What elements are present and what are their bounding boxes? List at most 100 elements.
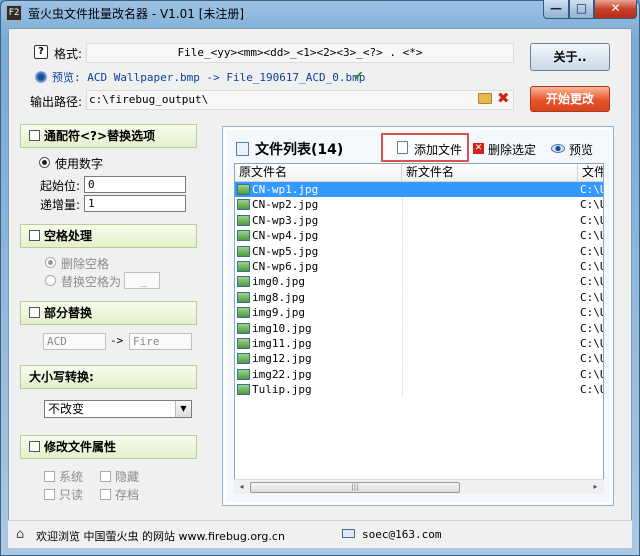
case-select[interactable]: 不改变 ▼ — [44, 400, 192, 418]
table-row[interactable]: img22.jpg C:\U — [235, 366, 604, 382]
spaces-section-header: 空格处理 — [20, 224, 197, 248]
status-welcome[interactable]: 欢迎浏览 中国萤火虫 的网站 www.firebug.org.cn — [36, 528, 285, 544]
attr-archive[interactable]: 存档 — [100, 486, 139, 503]
column-header-path[interactable]: 文件 — [578, 164, 603, 182]
table-row[interactable]: CN-wp2.jpg C:\U — [235, 197, 603, 213]
table-row[interactable]: CN-wp4.jpg C:\U — [235, 228, 604, 244]
attr-system[interactable]: 系统 — [44, 468, 83, 485]
delete-selected-button[interactable]: 删除选定 — [488, 141, 536, 158]
check-icon: ✔ — [353, 69, 364, 84]
table-row[interactable]: Tulip.jpg C:\U — [235, 382, 603, 398]
image-file-icon — [237, 230, 250, 242]
attrs-title: 修改文件属性 — [44, 440, 117, 454]
partial-arrow: -> — [110, 334, 124, 347]
file-list-icon — [236, 142, 249, 156]
table-row[interactable]: CN-wp1.jpg C:\U — [235, 182, 604, 198]
file-table[interactable]: 原文件名 新文件名 文件 CN-wp1.jpg C:\U CN-wp2.jpg C:\… — [234, 163, 604, 493]
file-list-title: 文件列表(14) — [255, 142, 344, 158]
eye-icon — [551, 144, 565, 153]
remove-spaces-radio[interactable] — [45, 257, 56, 268]
replace-spaces-field[interactable]: _ — [124, 272, 160, 289]
table-row[interactable]: img12.jpg C:\U — [235, 351, 603, 367]
image-file-icon — [237, 322, 250, 334]
hidden-checkbox[interactable] — [100, 471, 111, 482]
add-file-button[interactable]: 添加文件 — [414, 141, 462, 158]
image-file-icon — [237, 338, 250, 349]
new-name-cell — [402, 382, 578, 398]
new-name-cell — [402, 228, 578, 244]
app-icon: F2 — [6, 5, 22, 21]
minimize-button[interactable]: — — [543, 0, 569, 19]
table-row[interactable]: CN-wp6.jpg C:\U — [235, 259, 603, 274]
wildcard-checkbox[interactable] — [29, 130, 40, 141]
archive-checkbox[interactable] — [100, 489, 111, 500]
table-row[interactable]: CN-wp5.jpg C:\U — [235, 243, 603, 259]
attr-readonly[interactable]: 只读 — [44, 486, 83, 503]
path-cell: C:\U — [580, 367, 604, 381]
original-name-cell: CN-wp3.jpg — [252, 213, 319, 227]
about-button[interactable]: 关于.. — [530, 43, 610, 71]
format-label: 格式: — [54, 47, 83, 61]
horizontal-scrollbar[interactable]: ◂ ||| ▸ — [234, 479, 604, 494]
start-rename-button[interactable]: 开始更改 — [530, 86, 610, 112]
chevron-down-icon[interactable]: ▼ — [175, 401, 191, 417]
scroll-right-button[interactable]: ▸ — [588, 480, 603, 494]
table-row[interactable]: img10.jpg C:\U — [235, 320, 603, 336]
table-row[interactable]: CN-wp3.jpg C:\U — [235, 212, 603, 228]
clear-path-icon[interactable]: ✖ — [497, 89, 510, 107]
use-numbers-radio[interactable] — [39, 157, 50, 168]
replace-spaces-radio[interactable] — [45, 275, 56, 286]
partial-checkbox[interactable] — [29, 307, 40, 318]
new-name-cell — [402, 197, 578, 213]
remove-spaces-label: 删除空格 — [61, 257, 110, 271]
maximize-button[interactable]: □ — [569, 0, 594, 19]
path-cell: C:\U — [580, 290, 604, 304]
image-file-icon — [237, 353, 250, 365]
image-file-icon — [237, 384, 250, 396]
image-file-icon — [237, 307, 250, 319]
original-name-cell: img12.jpg — [252, 352, 312, 366]
spaces-checkbox[interactable] — [29, 230, 40, 241]
table-row[interactable]: img8.jpg C:\U — [235, 289, 604, 305]
column-header-original[interactable]: 原文件名 — [235, 164, 402, 182]
new-name-cell — [402, 243, 578, 259]
table-row[interactable]: img0.jpg C:\U — [235, 274, 604, 290]
path-cell: C:\U — [580, 337, 604, 350]
start-field[interactable]: 0 — [84, 176, 186, 193]
table-row[interactable]: img9.jpg C:\U — [235, 305, 603, 321]
preview-button[interactable]: 预览 — [569, 141, 593, 158]
scroll-left-button[interactable]: ◂ — [234, 480, 249, 494]
output-path-label: 输出路径: — [30, 95, 83, 109]
column-header-new[interactable]: 新文件名 — [402, 164, 578, 182]
new-name-cell — [402, 182, 578, 197]
status-email[interactable]: soec@163.com — [362, 528, 441, 541]
original-name-cell: CN-wp1.jpg — [252, 183, 319, 196]
new-name-cell — [402, 351, 578, 367]
original-name-cell: CN-wp2.jpg — [252, 198, 319, 212]
mail-icon — [342, 529, 355, 538]
close-button[interactable]: ✕ — [594, 0, 637, 19]
hidden-label: 隐藏 — [115, 470, 140, 484]
output-path-field[interactable]: c:\firebug_output\ — [86, 90, 514, 110]
folder-icon[interactable] — [478, 93, 492, 104]
new-name-cell — [402, 212, 578, 228]
image-file-icon — [237, 261, 250, 272]
readonly-checkbox[interactable] — [44, 489, 55, 500]
partial-to-field[interactable]: Fire — [129, 333, 192, 350]
step-field[interactable]: 1 — [84, 195, 186, 212]
original-name-cell: img11.jpg — [252, 337, 312, 350]
path-cell: C:\U — [580, 229, 604, 243]
window-title: 萤火虫文件批量改名器 - V1.01 [未注册] — [28, 7, 245, 21]
help-icon: ? — [34, 45, 48, 59]
partial-from-field[interactable]: ACD — [43, 333, 106, 350]
format-field[interactable]: File_<yy><mm><dd>_<1><2><3>_<?> . <*> — [86, 43, 514, 63]
path-cell: C:\U — [580, 275, 604, 289]
table-row[interactable]: img11.jpg C:\U — [235, 336, 604, 351]
case-section-header: 大小写转换: — [20, 365, 197, 389]
image-file-icon — [237, 291, 250, 303]
scroll-thumb[interactable]: ||| — [250, 482, 460, 493]
attrs-checkbox[interactable] — [29, 441, 40, 452]
system-checkbox[interactable] — [44, 471, 55, 482]
attr-hidden[interactable]: 隐藏 — [100, 468, 139, 485]
path-cell: C:\U — [580, 183, 604, 196]
